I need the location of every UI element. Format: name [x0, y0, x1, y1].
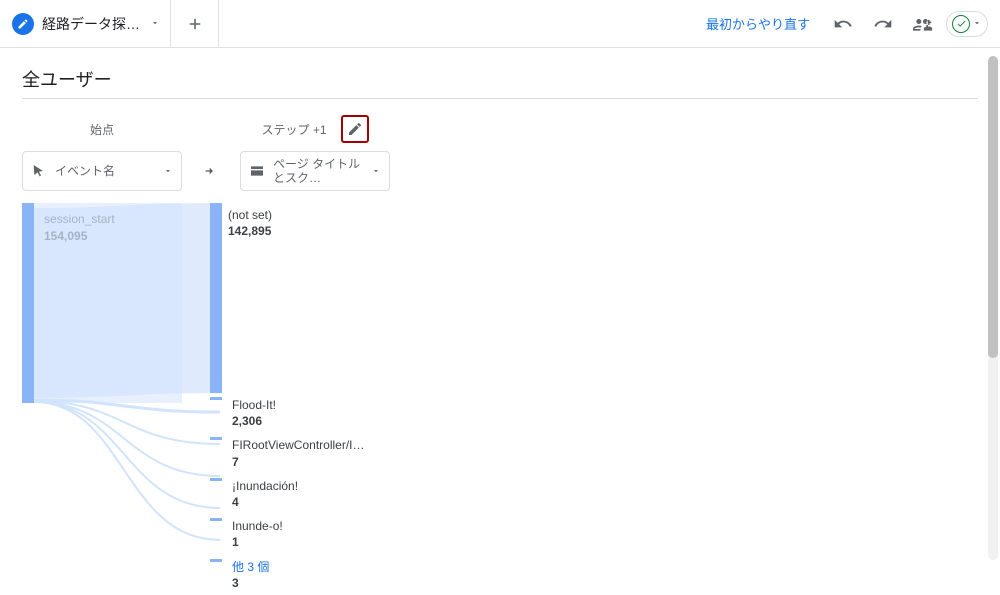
cursor-icon	[31, 163, 47, 179]
start-column-header: 始点	[22, 117, 182, 141]
dest-body: 他 3 個 3	[226, 555, 400, 593]
flow-stage: session_start 154,095 (not set) 142,895	[22, 203, 978, 595]
dest-name: (not set)	[228, 207, 394, 223]
source-value: 154,095	[44, 228, 172, 245]
step-column-header: ステップ +1	[240, 117, 390, 141]
dest-value: 2,306	[232, 413, 394, 429]
source-name: session_start	[44, 211, 172, 228]
dest-name: FIRootViewController/I…	[232, 437, 394, 453]
redo-button[interactable]	[866, 7, 900, 41]
add-tab-button[interactable]	[171, 0, 219, 48]
arrow-right-icon	[203, 163, 219, 179]
dest-node[interactable]: ¡Inundación! 4	[210, 474, 400, 512]
dest-body: Flood-It! 2,306	[226, 393, 400, 431]
step-label: ステップ +1	[261, 121, 326, 138]
dest-name: ¡Inundación!	[232, 478, 394, 494]
chevron-down-icon	[371, 164, 381, 179]
dest-bar	[210, 397, 222, 400]
dest-node[interactable]: Flood-It! 2,306	[210, 393, 400, 431]
scrollbar-thumb[interactable]	[988, 56, 998, 358]
content: 全ユーザー 始点 イベント名 ステップ +1	[0, 48, 1000, 595]
page-title: 全ユーザー	[22, 66, 978, 99]
dest-value: 142,895	[228, 223, 394, 239]
dest-bar	[210, 559, 222, 562]
start-dimension-chip[interactable]: イベント名	[22, 151, 182, 191]
arrow-separator	[200, 151, 222, 191]
dest-body: ¡Inundación! 4	[226, 474, 400, 512]
tab-title: 経路データ探…	[42, 14, 140, 34]
step-dimension-label: ページ タイトルとスク…	[273, 157, 363, 186]
source-bar	[22, 203, 34, 403]
chevron-down-icon	[972, 16, 982, 31]
dest-bar	[210, 518, 222, 521]
start-dimension-label: イベント名	[55, 164, 155, 178]
source-body: session_start 154,095	[34, 203, 182, 403]
dest-group: Flood-It! 2,306 FIRootViewController/I… …	[210, 393, 400, 593]
check-circle-icon	[952, 15, 970, 33]
chevron-down-icon	[163, 164, 173, 179]
dest-column: (not set) 142,895 Flood-It! 2,306 FIRoot…	[200, 203, 400, 595]
edit-step-button[interactable]	[341, 115, 369, 143]
page-icon	[249, 163, 265, 179]
scrollbar[interactable]	[988, 56, 998, 560]
path-exploration: 始点 イベント名 ステップ +1 ページ タイトルとスク…	[22, 99, 978, 191]
header: 経路データ探… 最初からやり直す	[0, 0, 1000, 48]
dest-value: 3	[232, 575, 394, 591]
step-dimension-chip[interactable]: ページ タイトルとスク…	[240, 151, 390, 191]
source-column: session_start 154,095	[22, 203, 182, 403]
source-node[interactable]: session_start 154,095	[22, 203, 182, 403]
dest-node[interactable]: FIRootViewController/I… 7	[210, 433, 400, 471]
undo-button[interactable]	[826, 7, 860, 41]
exploration-tab[interactable]: 経路データ探…	[0, 0, 171, 48]
dest-bar	[210, 203, 222, 393]
dest-name: Flood-It!	[232, 397, 394, 413]
dest-body: (not set) 142,895	[222, 203, 400, 393]
dest-node[interactable]: (not set) 142,895	[210, 203, 400, 393]
start-label: 始点	[90, 121, 114, 138]
step-column: ステップ +1 ページ タイトルとスク…	[240, 117, 390, 191]
start-column: 始点 イベント名	[22, 117, 182, 191]
share-button[interactable]	[906, 7, 940, 41]
dest-name: Inunde-o!	[232, 518, 394, 534]
dest-body: Inunde-o! 1	[226, 514, 400, 552]
dest-node-more[interactable]: 他 3 個 3	[210, 555, 400, 593]
dest-value: 1	[232, 534, 394, 550]
start-over-link[interactable]: 最初からやり直す	[696, 8, 820, 39]
header-actions: 最初からやり直す	[696, 7, 994, 41]
dest-bar	[210, 478, 222, 481]
pencil-badge-icon	[12, 13, 34, 35]
dest-bar	[210, 437, 222, 440]
dest-name: 他 3 個	[232, 559, 394, 575]
status-chip[interactable]	[946, 11, 988, 37]
dest-value: 7	[232, 454, 394, 470]
dest-node[interactable]: Inunde-o! 1	[210, 514, 400, 552]
dest-value: 4	[232, 494, 394, 510]
pencil-icon	[347, 121, 363, 137]
dest-body: FIRootViewController/I… 7	[226, 433, 400, 471]
chevron-down-icon	[150, 16, 160, 31]
